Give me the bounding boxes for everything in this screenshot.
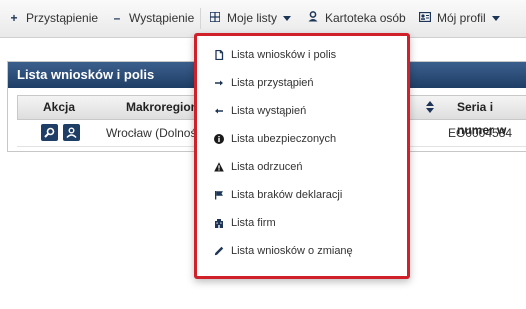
menu-item-label: Lista wniosków i polis [231, 49, 337, 61]
menu-item-lista-przystapien[interactable]: Lista przystąpień [197, 69, 407, 97]
nav-moj-profil-label: Mój profil [437, 11, 486, 25]
menu-item-lista-firm[interactable]: Lista firm [197, 209, 407, 237]
warning-icon [214, 162, 224, 172]
cell-seria: EO0004584 [448, 126, 513, 140]
menu-item-label: Lista odrzuceń [231, 161, 303, 173]
column-header-akcja[interactable]: Akcja [43, 96, 75, 119]
menu-item-lista-odrzucen[interactable]: Lista odrzuceń [197, 153, 407, 181]
arrow-right-icon [215, 80, 223, 86]
menu-item-lista-wnioskow-i-polis[interactable]: Lista wniosków i polis [197, 41, 407, 69]
grid-icon [209, 0, 221, 37]
menu-item-lista-wystapien[interactable]: Lista wystąpień [197, 97, 407, 125]
menu-item-lista-wnioskow-o-zmiane[interactable]: Lista wniosków o zmianę [197, 237, 407, 265]
menu-item-label: Lista wniosków o zmianę [231, 245, 353, 257]
nav-kartoteka-label: Kartoteka osób [325, 11, 406, 25]
minus-icon: – [113, 11, 121, 25]
chevron-down-icon [491, 16, 500, 22]
document-icon [215, 50, 224, 60]
pencil-icon [214, 246, 224, 256]
menu-item-lista-brakow-deklaracji[interactable]: Lista braków deklaracji [197, 181, 407, 209]
nav-moje-listy[interactable]: Moje listy [209, 0, 292, 37]
nav-moj-profil[interactable]: Mój profil [418, 0, 500, 37]
nav-moje-listy-label: Moje listy [227, 11, 278, 25]
view-button[interactable] [41, 124, 58, 141]
nav-przystapienie-label: Przystąpienie [26, 11, 99, 25]
person-icon [66, 127, 77, 138]
flag-icon [215, 191, 223, 200]
nav-przystapienie[interactable]: + Przystąpienie [8, 0, 98, 37]
sort-icon[interactable] [425, 101, 435, 114]
nav-wystapienie-label: Wystąpienie [129, 11, 195, 25]
menu-item-label: Lista ubezpieczonych [231, 133, 337, 145]
arrow-left-icon [215, 108, 223, 114]
menu-item-label: Lista przystąpień [231, 77, 314, 89]
menu-item-label: Lista wystąpień [231, 105, 307, 117]
person-icon [307, 0, 319, 37]
person-details-button[interactable] [63, 124, 80, 141]
nav-kartoteka-osob[interactable]: Kartoteka osób [307, 0, 406, 37]
nav-wystapienie[interactable]: – Wystąpienie [111, 0, 195, 37]
menu-item-label: Lista firm [231, 217, 276, 229]
plus-icon: + [10, 11, 18, 25]
column-header-makroregion[interactable]: Makroregion [126, 96, 198, 119]
moje-listy-dropdown: Lista wniosków i polis Lista przystąpień… [194, 33, 410, 279]
menu-item-lista-ubezpieczonych[interactable]: Lista ubezpieczonych [197, 125, 407, 153]
chevron-down-icon [283, 16, 292, 22]
nav-separator [200, 8, 201, 29]
building-icon [215, 219, 223, 228]
magnifier-icon [44, 127, 55, 138]
menu-item-label: Lista braków deklaracji [231, 189, 343, 201]
profile-card-icon [418, 0, 432, 37]
info-icon [214, 134, 224, 144]
